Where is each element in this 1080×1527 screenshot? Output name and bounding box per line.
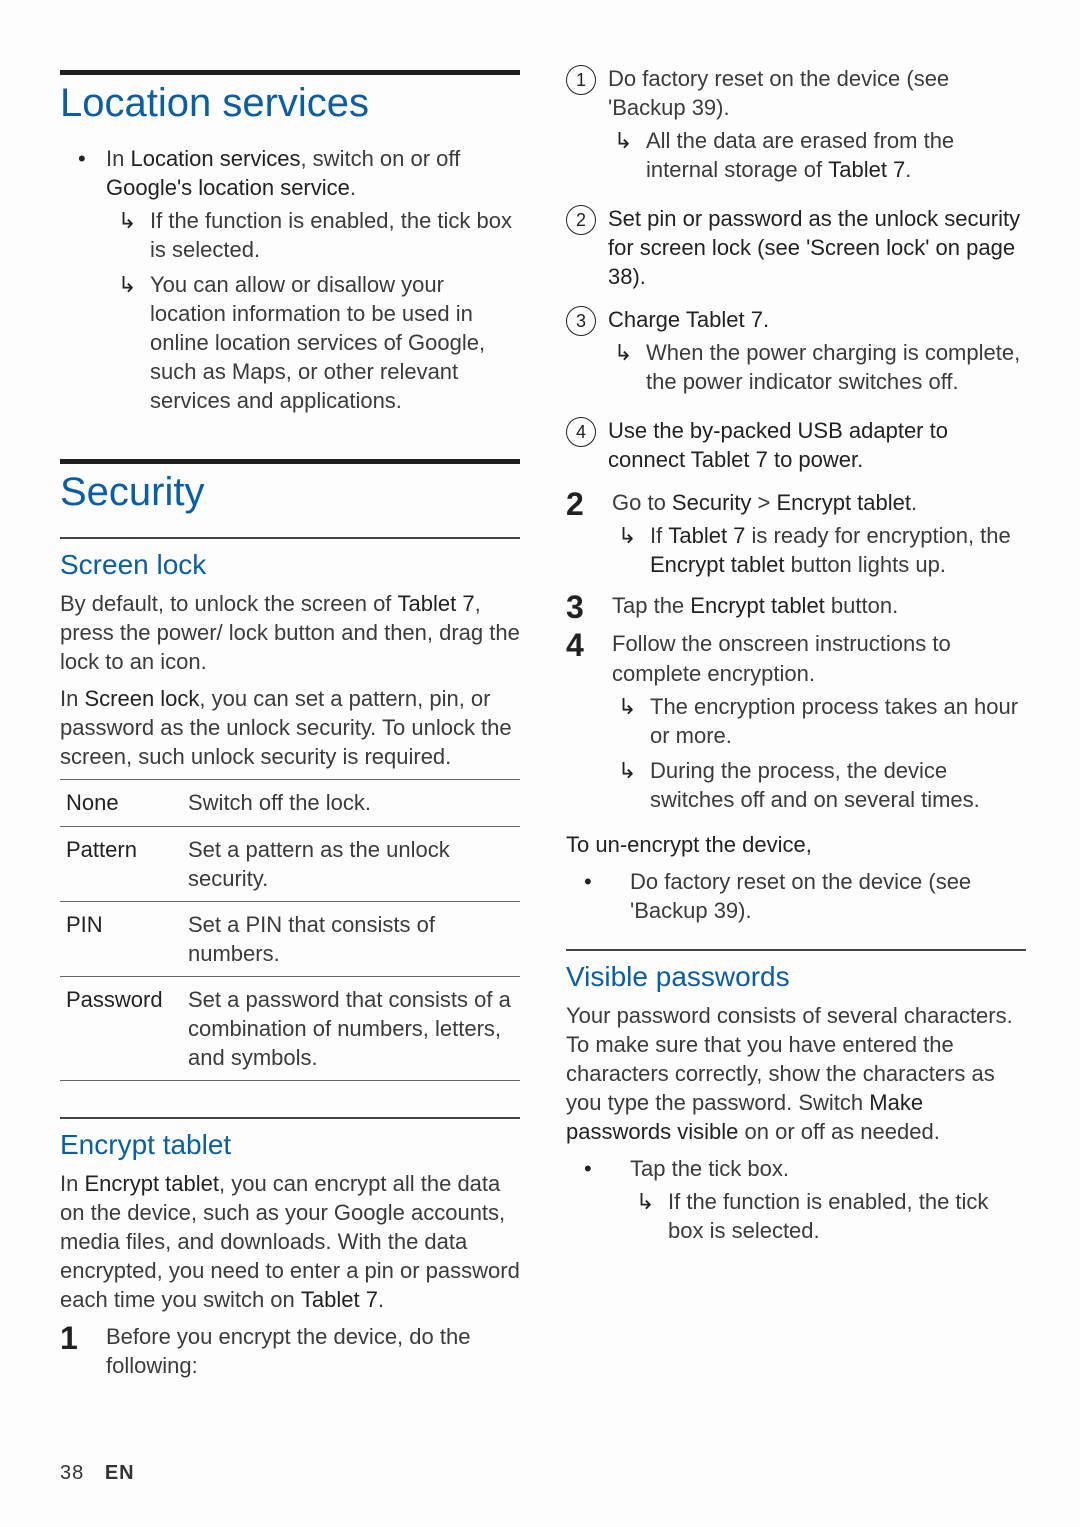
substep-3-arrow: When the power charging is complete, the… [608, 338, 1026, 396]
location-arrow-1: If the function is enabled, the tick box… [106, 206, 520, 264]
visible-passwords-list: Tap the tick box. If the function is ena… [566, 1154, 1026, 1245]
unencrypt-heading: To un-encrypt the device, [566, 830, 1026, 859]
substep-1-arrow: All the data are erased from the interna… [608, 126, 1026, 184]
substep-1: 1 Do factory reset on the device (see 'B… [566, 64, 1026, 190]
encrypt-steps-left: 1 Before you encrypt the device, do the … [60, 1322, 520, 1380]
step-2: 2 Go to Security > Encrypt tablet. If Ta… [566, 488, 1026, 585]
page-number: 38 [60, 1462, 84, 1484]
screenlock-table: NoneSwitch off the lock. PatternSet a pa… [60, 779, 520, 1080]
heading-encrypt-tablet: Encrypt tablet [60, 1129, 520, 1161]
location-arrow-2: You can allow or disallow your location … [106, 270, 520, 415]
unencrypt-list: Do factory reset on the device (see 'Bac… [566, 867, 1026, 925]
screenlock-para-2: In Screen lock, you can set a pattern, p… [60, 684, 520, 771]
left-column: Location services In Location services, … [60, 60, 520, 1386]
visible-passwords-arrow: If the function is enabled, the tick box… [630, 1187, 1026, 1245]
heading-security: Security [60, 470, 520, 515]
unencrypt-bullet: Do factory reset on the device (see 'Bac… [566, 867, 1026, 925]
table-row: PasswordSet a password that consists of … [60, 976, 520, 1080]
step-4: 4 Follow the onscreen instructions to co… [566, 629, 1026, 819]
location-bullet-list: In Location services, switch on or off G… [60, 144, 520, 415]
step-2-arrow: If Tablet 7 is ready for encryption, the… [612, 521, 1026, 579]
encrypt-steps-right: 2 Go to Security > Encrypt tablet. If Ta… [566, 488, 1026, 819]
table-row: PatternSet a pattern as the unlock secur… [60, 826, 520, 901]
pre-encrypt-substeps: 1 Do factory reset on the device (see 'B… [566, 64, 1026, 474]
location-sub-list: If the function is enabled, the tick box… [106, 206, 520, 415]
screenlock-para-1: By default, to unlock the screen of Tabl… [60, 589, 520, 676]
page-language: EN [105, 1462, 135, 1484]
substep-2: 2 Set pin or password as the unlock secu… [566, 204, 1026, 291]
substep-4: 4 Use the by-packed USB adapter to conne… [566, 416, 1026, 474]
heading-screen-lock: Screen lock [60, 549, 520, 581]
table-row: PINSet a PIN that consists of numbers. [60, 901, 520, 976]
heading-visible-passwords: Visible passwords [566, 961, 1026, 993]
location-bullet: In Location services, switch on or off G… [60, 144, 520, 415]
right-column: 1 Do factory reset on the device (see 'B… [566, 60, 1026, 1386]
visible-passwords-para: Your password consists of several charac… [566, 1001, 1026, 1146]
page-footer: 38 EN [60, 1462, 135, 1485]
step-3: 3 Tap the Encrypt tablet button. [566, 591, 1026, 623]
step-4-arrow-2: During the process, the device switches … [612, 756, 1026, 814]
substep-3: 3 Charge Tablet 7. When the power chargi… [566, 305, 1026, 402]
step-4-arrow-1: The encryption process takes an hour or … [612, 692, 1026, 750]
visible-passwords-bullet: Tap the tick box. If the function is ena… [566, 1154, 1026, 1245]
step-1: 1 Before you encrypt the device, do the … [60, 1322, 520, 1380]
table-row: NoneSwitch off the lock. [60, 780, 520, 826]
heading-location-services: Location services [60, 81, 520, 126]
encrypt-para: In Encrypt tablet, you can encrypt all t… [60, 1169, 520, 1314]
